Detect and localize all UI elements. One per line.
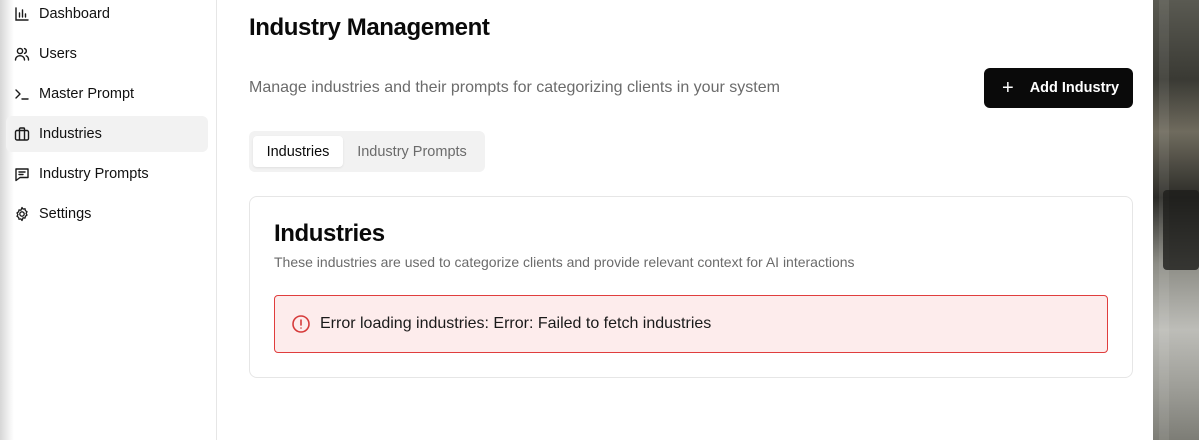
add-industry-button-label: Add Industry [1029,80,1120,96]
tab-industries[interactable]: Industries [253,136,343,167]
gear-icon [14,206,30,222]
briefcase-icon [14,126,30,142]
card-title: Industries [274,220,385,247]
sidebar-item-label: Settings [39,206,92,222]
page-title: Industry Management [249,14,490,41]
bar-chart-icon [14,6,30,22]
terminal-icon [14,86,30,102]
alert-circle-icon [291,314,311,334]
add-industry-button[interactable]: + Add Industry [984,68,1133,108]
sidebar-item-industry-prompts[interactable]: Industry Prompts [6,156,208,192]
sidebar-item-dashboard[interactable]: Dashboard [6,0,208,32]
sidebar-item-label: Industries [39,126,102,142]
error-alert: Error loading industries: Error: Failed … [274,295,1108,353]
sidebar-item-label: Industry Prompts [39,166,149,182]
sidebar-item-label: Users [39,46,77,62]
photo-shadow [1163,190,1199,270]
sidebar-item-label: Dashboard [39,6,110,22]
card-description: These industries are used to categorize … [274,254,855,270]
main-content: Industry Management Manage industries an… [217,0,1153,440]
page-description: Manage industries and their prompts for … [249,79,780,96]
message-icon [14,166,30,182]
sidebar-item-label: Master Prompt [39,86,135,102]
tab-list: Industries Industry Prompts [249,131,485,172]
sidebar-item-master-prompt[interactable]: Master Prompt [6,76,208,112]
users-icon [14,46,30,62]
background-photo-strip [1153,0,1199,440]
tab-industry-prompts[interactable]: Industry Prompts [349,136,475,167]
industries-card: Industries These industries are used to … [249,196,1133,378]
sidebar-item-industries[interactable]: Industries [6,116,208,152]
error-message: Error loading industries: Error: Failed … [320,315,712,332]
sidebar-item-settings[interactable]: Settings [6,196,208,232]
plus-icon: + [1002,77,1014,99]
sidebar: Dashboard Users Master Prompt Industries… [0,0,217,440]
sidebar-item-users[interactable]: Users [6,36,208,72]
